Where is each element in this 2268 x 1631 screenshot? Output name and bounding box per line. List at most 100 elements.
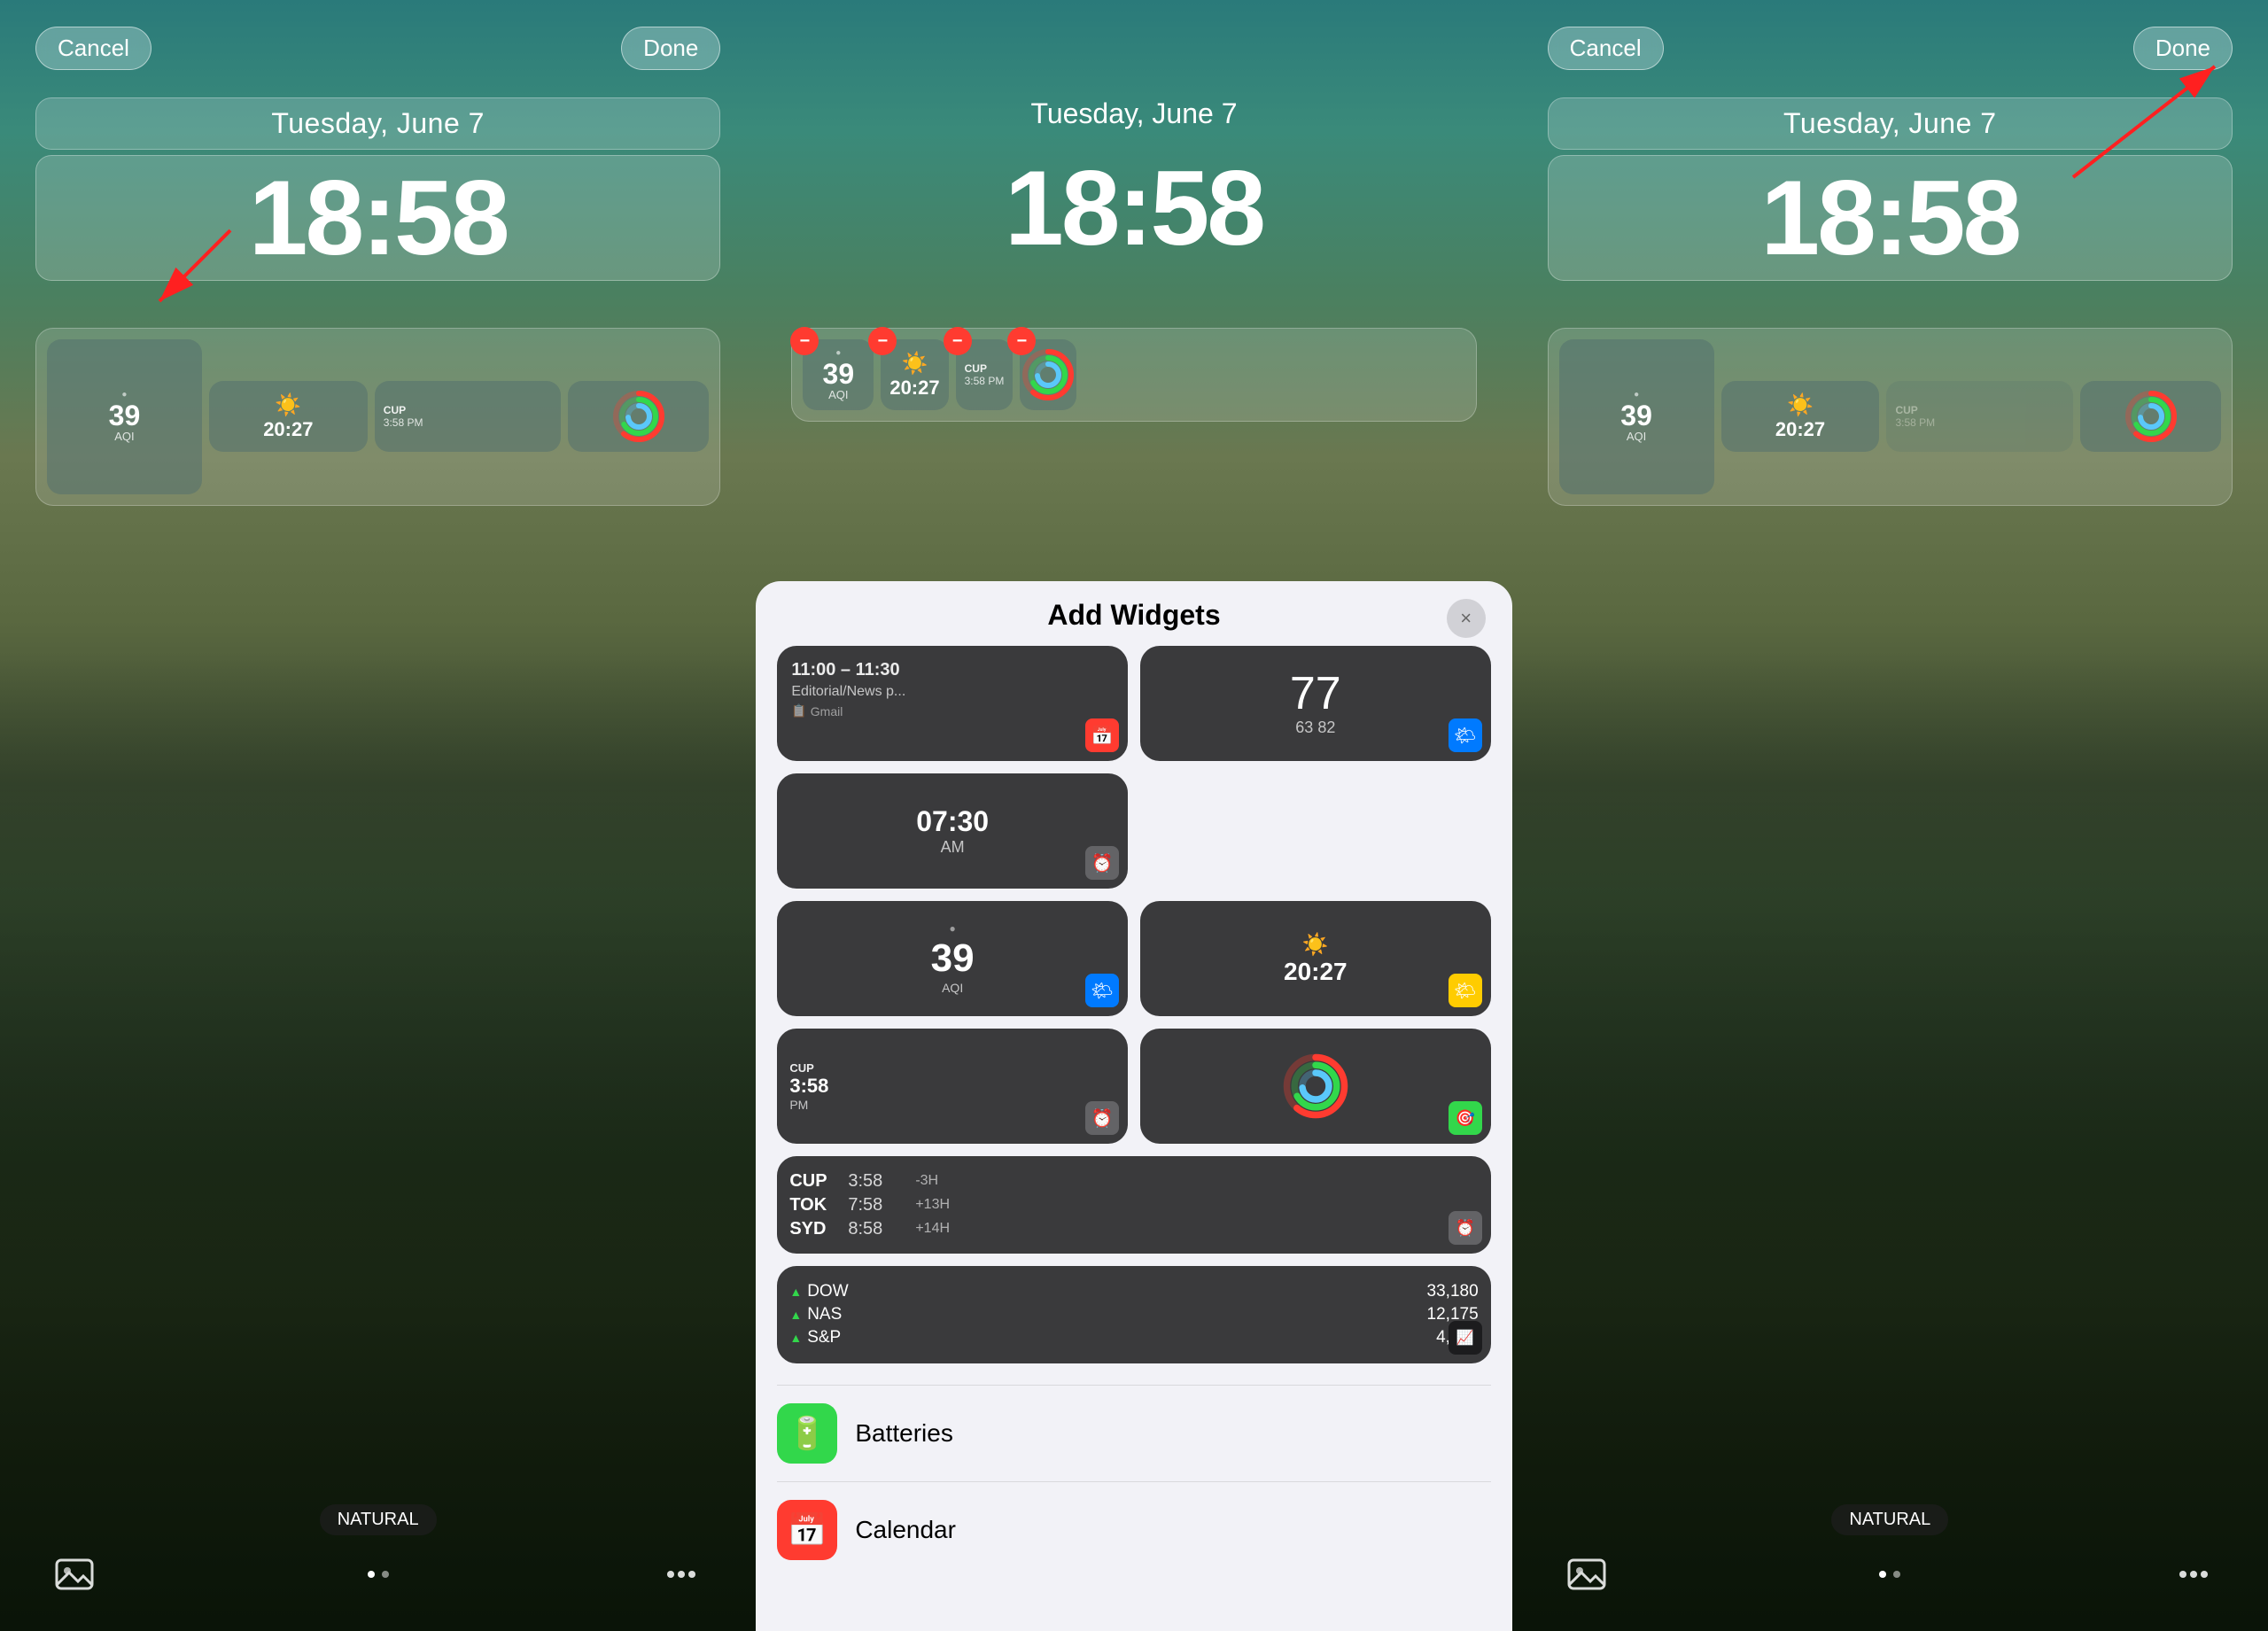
- right-page-dots: [1879, 1553, 1900, 1596]
- stock-row-dow: ▲ DOW 33,180: [789, 1282, 1478, 1301]
- tz-cup-offset: -3H: [915, 1173, 938, 1189]
- left-aqi-value: 39: [109, 401, 141, 430]
- left-cancel-button[interactable]: Cancel: [35, 27, 151, 70]
- left-date-widget[interactable]: Tuesday, June 7: [35, 97, 720, 150]
- clock-time: 07:30: [916, 805, 989, 838]
- left-rings-widget[interactable]: [568, 381, 709, 452]
- right-bottom-bar: NATURAL: [1512, 1504, 2268, 1596]
- right-date-widget[interactable]: Tuesday, June 7: [1548, 97, 2233, 150]
- right-time-widget[interactable]: 18:58: [1548, 155, 2233, 281]
- right-city-clock-widget[interactable]: ☀️ 20:27: [1721, 381, 1880, 452]
- tz-cup-city: CUP: [789, 1171, 834, 1192]
- cal-event-time: 11:00 – 11:30: [791, 660, 899, 680]
- right-more-icon[interactable]: [2172, 1553, 2215, 1596]
- stock-dow-name: ▲ DOW: [789, 1282, 848, 1301]
- tz-cup-time: 3:58: [848, 1171, 901, 1192]
- stock-sp-name: ▲ S&P: [789, 1328, 841, 1348]
- left-bottom-icons: [0, 1553, 756, 1596]
- stock-row-nas: ▲ NAS 12,175: [789, 1305, 1478, 1324]
- stock-nas-name: ▲ NAS: [789, 1305, 842, 1324]
- cup-clock-time: 3:58: [789, 1075, 828, 1098]
- add-widgets-modal: Add Widgets × 11:00 – 11:30 Editorial/Ne…: [756, 581, 1511, 1631]
- weather-temp: 77: [1290, 671, 1341, 717]
- rings-widget-grid[interactable]: 🎯: [1140, 1029, 1491, 1144]
- sun-icon: ☀️: [275, 392, 301, 418]
- weather-badge: 🌤: [1449, 718, 1482, 752]
- left-bottom-bar: NATURAL: [0, 1504, 756, 1596]
- modal-overlay: Add Widgets × 11:00 – 11:30 Editorial/Ne…: [756, 0, 1511, 1631]
- rings-badge: 🎯: [1449, 1101, 1482, 1135]
- left-dot-1: [368, 1571, 375, 1578]
- aqi-widget[interactable]: ● 39 AQI 🌤: [777, 901, 1128, 1016]
- right-cup-city: CUP: [1895, 404, 1917, 416]
- batteries-list-item[interactable]: 🔋 Batteries: [777, 1386, 1490, 1482]
- stock-dow-price: 33,180: [1427, 1282, 1479, 1301]
- modal-close-button[interactable]: ×: [1447, 599, 1486, 638]
- aqi-widget-label: AQI: [942, 981, 963, 995]
- right-cup-time: 3:58 PM: [1895, 416, 1935, 429]
- left-city-clock-time: 20:27: [263, 418, 313, 441]
- left-time-widget[interactable]: 18:58: [35, 155, 720, 281]
- stock-row-sp: ▲ S&P 4,161: [789, 1328, 1478, 1348]
- aqi-badge: 🌤: [1085, 974, 1119, 1007]
- cal-event-name: Editorial/News p...: [791, 684, 905, 700]
- timezone-widget[interactable]: CUP 3:58 -3H TOK 7:58 +13H SYD 8:58: [777, 1156, 1490, 1254]
- left-more-icon[interactable]: [660, 1553, 703, 1596]
- calendar-widget[interactable]: 11:00 – 11:30 Editorial/News p... 📋 Gmai…: [777, 646, 1128, 761]
- cup-clock-badge: ⏰: [1085, 1101, 1119, 1135]
- clock-badge: ⏰: [1085, 846, 1119, 880]
- right-date-text: Tuesday, June 7: [1783, 107, 1997, 139]
- right-cancel-button[interactable]: Cancel: [1548, 27, 1664, 70]
- left-cup-city: CUP: [384, 404, 406, 416]
- right-panel: Cancel Done Tuesday, June 7 18:58 ● 39 A…: [1512, 0, 2268, 1631]
- tz-badge: ⏰: [1449, 1211, 1482, 1245]
- widget-list: 🔋 Batteries 📅 Calendar: [756, 1386, 1511, 1578]
- left-cup-clock-widget[interactable]: CUP 3:58 PM: [375, 381, 562, 452]
- left-panel: Cancel Done Tuesday, June 7 18:58 ● 39 A…: [0, 0, 756, 1631]
- right-done-button[interactable]: Done: [2133, 27, 2233, 70]
- batteries-label: Batteries: [855, 1419, 953, 1448]
- right-rings-widget[interactable]: [2080, 381, 2221, 452]
- right-time-text: 18:58: [1760, 159, 2019, 277]
- aqi-widget-value: 39: [931, 936, 975, 981]
- right-cup-clock-widget[interactable]: CUP 3:58 PM: [1886, 381, 2073, 452]
- batteries-icon: 🔋: [777, 1403, 837, 1464]
- left-aqi-label: AQI: [114, 430, 134, 443]
- right-sun-icon: ☀️: [1787, 392, 1814, 418]
- calendar-list-item[interactable]: 📅 Calendar: [777, 1482, 1490, 1578]
- weather-range: 63 82: [1295, 718, 1335, 737]
- city-clock-widget[interactable]: ☀️ 20:27 🌤: [1140, 901, 1491, 1016]
- tz-tok-city: TOK: [789, 1195, 834, 1215]
- weather-widget[interactable]: 77 63 82 🌤: [1140, 646, 1491, 761]
- city-clock-sun: ☀️: [1302, 932, 1329, 958]
- right-natural-label: NATURAL: [1831, 1504, 1948, 1535]
- calendar-badge: 📅: [1085, 718, 1119, 752]
- empty-cell: [1140, 773, 1491, 889]
- cal-app-name: 📋 Gmail: [791, 703, 843, 718]
- left-city-clock-widget[interactable]: ☀️ 20:27: [209, 381, 368, 452]
- right-city-clock-time: 20:27: [1775, 418, 1825, 441]
- tz-tok-offset: +13H: [915, 1197, 950, 1213]
- tz-syd-time: 8:58: [848, 1219, 901, 1239]
- left-page-dots: [368, 1553, 389, 1596]
- city-clock-time: 20:27: [1284, 958, 1348, 986]
- tz-syd-offset: +14H: [915, 1221, 950, 1237]
- left-cup-time: 3:58 PM: [384, 416, 423, 429]
- middle-panel: Tuesday, June 7 18:58 − ● 39 AQI − ☀️ 20…: [756, 0, 1511, 1631]
- cup-clock-city: CUP: [789, 1061, 813, 1075]
- right-aqi-widget[interactable]: ● 39 AQI: [1559, 339, 1714, 494]
- stocks-badge: 📈: [1449, 1321, 1482, 1355]
- left-done-button[interactable]: Done: [621, 27, 720, 70]
- left-top-bar: Cancel Done: [0, 27, 756, 70]
- right-wallpaper-icon[interactable]: [1565, 1553, 1608, 1596]
- cup-clock-widget[interactable]: CUP 3:58 PM ⏰: [777, 1029, 1128, 1144]
- cup-clock-ampm: PM: [789, 1098, 808, 1112]
- clock-widget[interactable]: 07:30 AM ⏰: [777, 773, 1128, 889]
- city-clock-badge: 🌤: [1449, 974, 1482, 1007]
- left-wallpaper-icon[interactable]: [53, 1553, 96, 1596]
- calendar-icon: 📅: [777, 1500, 837, 1560]
- left-dot-2: [382, 1571, 389, 1578]
- left-aqi-widget[interactable]: ● 39 AQI: [47, 339, 202, 494]
- widget-grid: 11:00 – 11:30 Editorial/News p... 📋 Gmai…: [756, 646, 1511, 1385]
- stocks-widget[interactable]: ▲ DOW 33,180 ▲ NAS 12,175: [777, 1266, 1490, 1363]
